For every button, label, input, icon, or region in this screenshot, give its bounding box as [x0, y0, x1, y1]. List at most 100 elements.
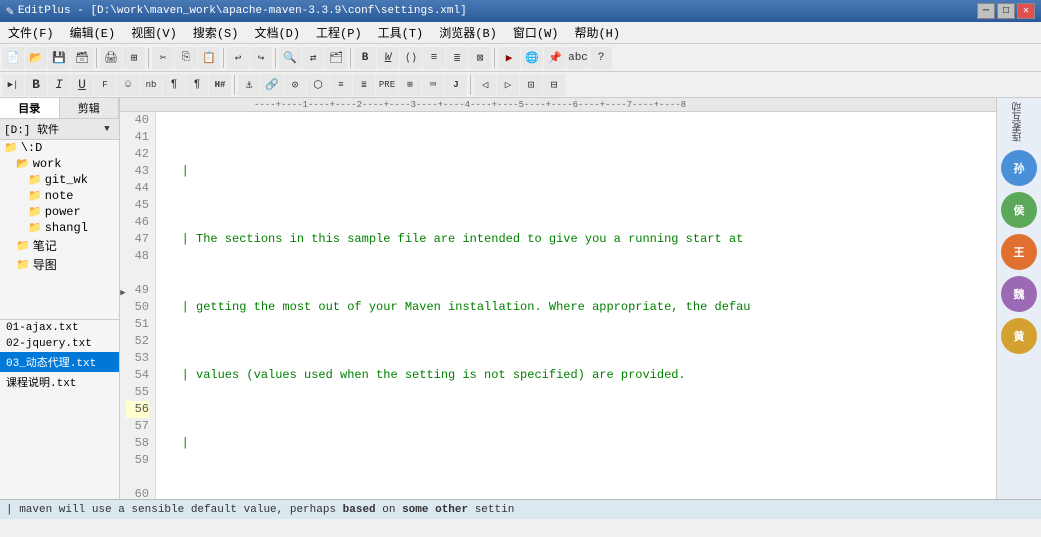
file-item-course[interactable]: 课程说明.txt [0, 372, 119, 392]
menu-browser[interactable]: 浏览器(B) [431, 22, 505, 43]
extras3-button[interactable]: ⊡ [520, 74, 542, 96]
minimize-button[interactable]: ─ [977, 3, 995, 19]
heading-button[interactable]: H# [209, 74, 231, 96]
title-bar-left: ✎ EditPlus - [D:\work\maven_work\apache-… [6, 4, 467, 19]
extras4-button[interactable]: ⊟ [543, 74, 565, 96]
table-button[interactable]: ⊞ [399, 74, 421, 96]
extras2-button[interactable]: ▷ [497, 74, 519, 96]
separator-5 [350, 48, 351, 68]
bold-button[interactable]: B [354, 47, 376, 69]
expand-button[interactable]: ▶ [120, 286, 130, 300]
close-button[interactable]: ✕ [1017, 3, 1035, 19]
menu-view[interactable]: 视图(V) [123, 22, 185, 43]
underline-button[interactable]: U [71, 74, 93, 96]
menu-edit[interactable]: 编辑(E) [62, 22, 124, 43]
syntax-button[interactable]: ≡ [423, 47, 445, 69]
find-button[interactable]: 🔍 [279, 47, 301, 69]
separator-2 [148, 48, 149, 68]
linenum-51: 51 [126, 316, 149, 333]
sidebar: 目录 剪辑 [D:] 软件 ▼ 📁 \:D 📂 work 📁 git_ [0, 98, 120, 499]
code-line-44: | [160, 435, 996, 452]
file-item-proxy[interactable]: 03_动态代理.txt [0, 352, 119, 372]
avatar-huang[interactable]: 黄 [1001, 318, 1037, 354]
help-btn2[interactable]: ? [590, 47, 612, 69]
tab-clips[interactable]: 剪辑 [60, 98, 120, 118]
cut-button[interactable]: ✂ [152, 47, 174, 69]
tree-item-shangl[interactable]: 📁 shangl [0, 220, 119, 236]
wordwrap-button[interactable]: W [377, 47, 399, 69]
font-button[interactable]: F [94, 74, 116, 96]
menu-help[interactable]: 帮助(H) [566, 22, 628, 43]
link-button[interactable]: 🔗 [261, 74, 283, 96]
tree-item-work[interactable]: 📂 work [0, 156, 119, 172]
tree-item-gitwk[interactable]: 📁 git_wk [0, 172, 119, 188]
code-line-40: | [160, 163, 996, 180]
menu-bar: 文件(F) 编辑(E) 视图(V) 搜索(S) 文档(D) 工程(P) 工具(T… [0, 22, 1041, 44]
bold-text-button[interactable]: B [25, 74, 47, 96]
avatar-initials: 侯 [1014, 202, 1025, 218]
save-button[interactable]: 💾 [48, 47, 70, 69]
align-center-button[interactable]: ≡ [330, 74, 352, 96]
tree-item-mindmap[interactable]: 📁 导图 [0, 255, 119, 274]
pre-button[interactable]: PRE [376, 74, 398, 96]
open-button[interactable]: 📂 [25, 47, 47, 69]
tree-item-notes[interactable]: 📁 笔记 [0, 236, 119, 255]
bullet-button[interactable]: ⊙ [284, 74, 306, 96]
code-container[interactable]: 40 41 42 43 44 45 46 47 48 49 50 51 52 5… [120, 112, 996, 499]
drive-dropdown[interactable]: ▼ [99, 121, 115, 137]
avatar-initials: 黄 [1014, 328, 1025, 344]
nb-button[interactable]: nb [140, 74, 162, 96]
file-item-ajax[interactable]: 01-ajax.txt [0, 320, 119, 336]
maximize-button[interactable]: □ [997, 3, 1015, 19]
save-all-button[interactable]: 🗃 [71, 47, 93, 69]
browser-button[interactable]: 🌐 [521, 47, 543, 69]
replace-button[interactable]: ⇄ [302, 47, 324, 69]
tab-directory[interactable]: 目录 [0, 98, 60, 118]
file-item-jquery[interactable]: 02-jquery.txt [0, 336, 119, 352]
redo-button[interactable]: ↪ [250, 47, 272, 69]
tree-item-note[interactable]: 📁 note [0, 188, 119, 204]
sidebar-tabs: 目录 剪辑 [0, 98, 119, 119]
tree-item-label: power [45, 205, 81, 219]
menu-project[interactable]: 工程(P) [308, 22, 370, 43]
indent-button[interactable]: ▶| [2, 74, 24, 96]
folder-icon-biji: 📁 [16, 239, 30, 253]
spell-button[interactable]: abc [567, 47, 589, 69]
tree-item-d[interactable]: 📁 \:D [0, 140, 119, 156]
menu-document[interactable]: 文档(D) [246, 22, 308, 43]
tree-item-label: 笔记 [33, 237, 57, 254]
extras1-button[interactable]: ◁ [474, 74, 496, 96]
menu-window[interactable]: 窗口(W) [505, 22, 567, 43]
code-line-43: | values (values used when the setting i… [160, 367, 996, 384]
folder-open-icon: 📂 [16, 157, 30, 171]
avatar-hou[interactable]: 侯 [1001, 192, 1037, 228]
code-content[interactable]: | | The sections in this sample file are… [156, 112, 996, 499]
js-button[interactable]: J [445, 74, 467, 96]
undo-button[interactable]: ↩ [227, 47, 249, 69]
menu-search[interactable]: 搜索(S) [185, 22, 247, 43]
avatar-sun[interactable]: 孙 [1001, 150, 1037, 186]
align-left-button[interactable]: ⬡ [307, 74, 329, 96]
new-button[interactable]: 📄 [2, 47, 24, 69]
menu-file[interactable]: 文件(F) [0, 22, 62, 43]
italic-button[interactable]: I [48, 74, 70, 96]
tree-item-power[interactable]: 📁 power [0, 204, 119, 220]
copy-button[interactable]: ⎘ [175, 47, 197, 69]
align-right-button[interactable]: ≣ [353, 74, 375, 96]
para-button[interactable]: ¶ [163, 74, 185, 96]
toolbar-extra1[interactable]: ≣ [446, 47, 468, 69]
drive-label: [D:] 软件 [4, 121, 99, 137]
anchor-button[interactable]: ⚓ [238, 74, 260, 96]
avatar-wang[interactable]: 王 [1001, 234, 1037, 270]
linenum-54: 54 [126, 367, 149, 384]
avatar-wei[interactable]: 魏 [1001, 276, 1037, 312]
pilcrow-button[interactable]: ¶ [186, 74, 208, 96]
format-button[interactable]: ⟨⟩ [400, 47, 422, 69]
run-button[interactable]: ▶ [498, 47, 520, 69]
clip-button[interactable]: 📌 [544, 47, 566, 69]
find-files-button[interactable]: 🗂 [325, 47, 347, 69]
toolbar-extra2[interactable]: ⊠ [469, 47, 491, 69]
code-button[interactable]: ⌨ [422, 74, 444, 96]
paste-button[interactable]: 📋 [198, 47, 220, 69]
menu-tools[interactable]: 工具(T) [370, 22, 432, 43]
